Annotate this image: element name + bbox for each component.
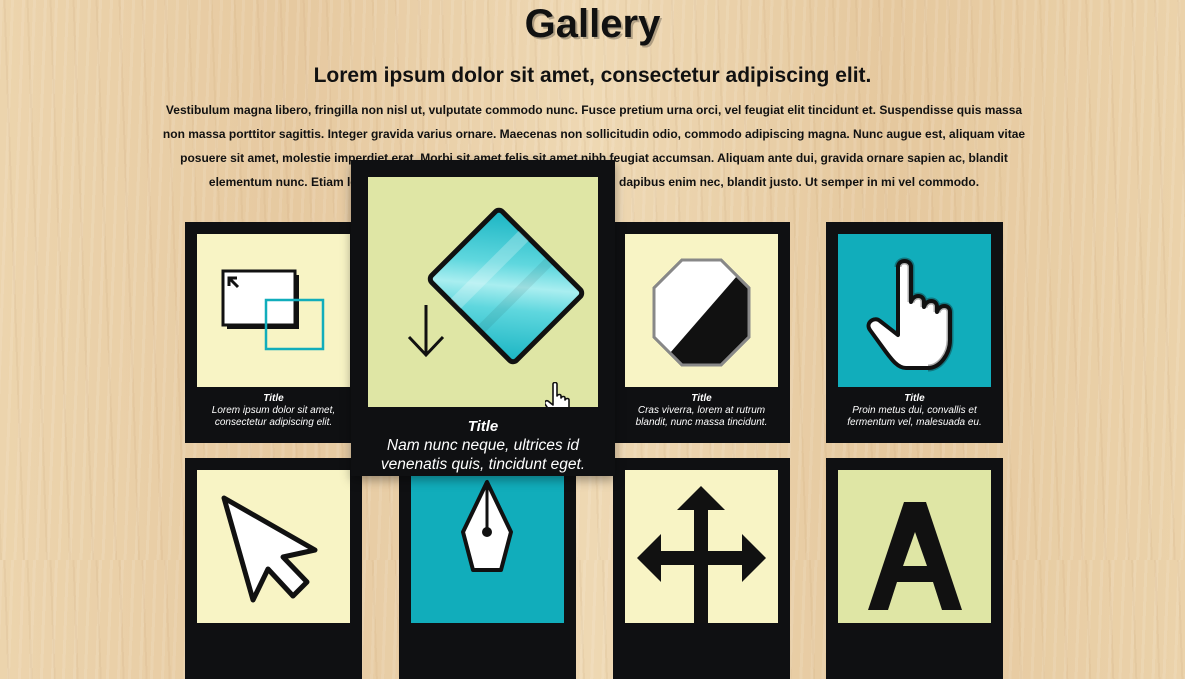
hand-pointer-icon [838,234,991,387]
card-text: Proin metus dui, convallis et fermentum … [847,405,982,428]
pen-nib-icon [411,470,564,623]
card-title: Title [467,418,499,435]
card-caption: Title Lorem ipsum dolor sit amet, consec… [197,387,350,429]
gradient-tilt-icon [368,177,598,407]
card-title: Title [263,393,284,404]
card-title: Title [904,393,925,404]
arrow-cursor-icon [197,470,350,623]
gallery-card-8[interactable] [826,458,1003,679]
move-arrows-icon [625,470,778,623]
gallery-card-5[interactable] [185,458,362,679]
gallery-card-4[interactable]: Title Proin metus dui, convallis et ferm… [826,222,1003,443]
card-text: Nam nunc neque, ultrices id venenatis qu… [380,437,586,473]
gallery-card-3[interactable]: Title Cras viverra, lorem at rutrum blan… [613,222,790,443]
card-caption: Title Proin metus dui, convallis et ferm… [838,387,991,429]
card-caption: Title Cras viverra, lorem at rutrum blan… [625,387,778,429]
page-subtitle: Lorem ipsum dolor sit amet, consectetur … [313,64,872,87]
octagon-contrast-icon [625,234,778,387]
gallery-card-6[interactable] [399,458,576,679]
gallery-card-2[interactable]: Title Nam nunc neque, ultrices id venena… [351,160,615,476]
window-resize-icon [197,234,350,387]
card-text: Cras viverra, lorem at rutrum blandit, n… [635,405,768,428]
card-caption: Title Nam nunc neque, ultrices id venena… [368,407,598,474]
page-title: Gallery [524,2,661,46]
text-a-icon [838,470,991,623]
hand-cursor-icon [545,382,570,407]
card-text: Lorem ipsum dolor sit amet, consectetur … [211,405,336,428]
gallery-card-1[interactable]: Title Lorem ipsum dolor sit amet, consec… [185,222,362,443]
card-title: Title [691,393,712,404]
gallery-card-7[interactable] [613,458,790,679]
